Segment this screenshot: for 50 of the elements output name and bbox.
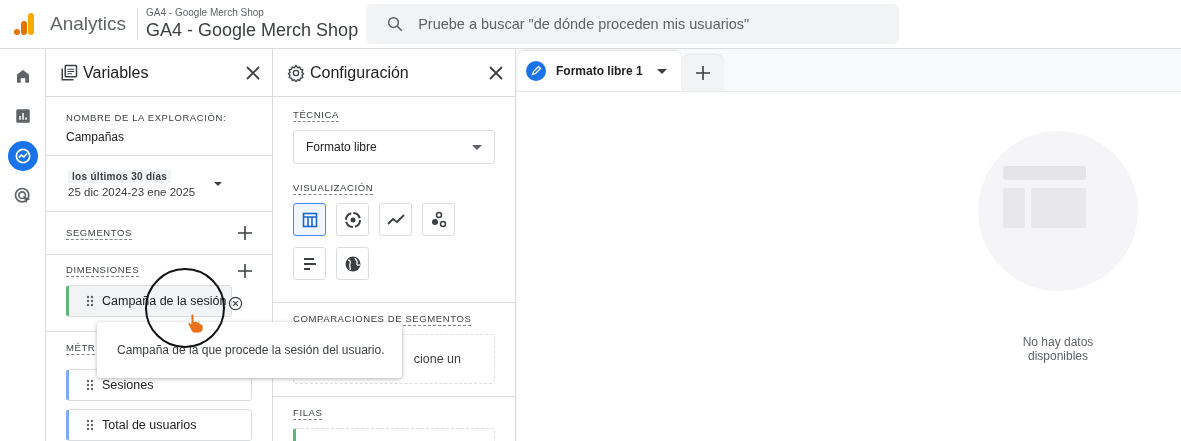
- bar-chart-icon: [13, 107, 32, 125]
- add-button[interactable]: [238, 226, 252, 241]
- section-label: DIMENSIONES: [66, 264, 140, 278]
- drag-handle-icon: [86, 294, 94, 307]
- analytics-logo-icon: [12, 12, 36, 36]
- tooltip: Campaña de la que procede la sesión del usuario.: [97, 322, 402, 378]
- technique-dropdown[interactable]: Formato libre: [293, 130, 495, 164]
- library-icon: [60, 63, 78, 82]
- bar-chart-icon: [302, 256, 317, 271]
- remove-icon[interactable]: [228, 295, 243, 311]
- plus-icon: [694, 65, 711, 81]
- donut-chart-icon: [343, 210, 362, 229]
- settings-icon: [287, 63, 305, 82]
- section-label: FILAS: [293, 407, 323, 420]
- nav-button[interactable]: [7, 141, 38, 171]
- dropdown-caret-icon: [472, 144, 482, 150]
- scatter-plot-icon: [429, 210, 448, 229]
- section-label: MÉTR: [66, 342, 96, 355]
- metric-chip[interactable]: Total de usuarios: [66, 409, 252, 441]
- section-label: SEGMENTOS: [66, 226, 132, 240]
- target-cursor-icon: [12, 186, 33, 206]
- pencil-icon: [526, 61, 546, 81]
- section-label: NOMBRE DE LA EXPLORACIÓN:: [66, 112, 227, 125]
- dropdown-caret-icon: [214, 181, 222, 186]
- date-preset: los últimos 30 días: [68, 169, 172, 183]
- globe-icon: [343, 254, 362, 273]
- table-icon: [301, 211, 318, 228]
- add-button[interactable]: [238, 263, 252, 278]
- panel-title: Configuración: [310, 63, 410, 82]
- date-range-picker[interactable]: los últimos 30 días 25 dic 2024-23 ene 2025: [46, 156, 272, 213]
- exploration-name-field[interactable]: Campañas: [66, 130, 252, 145]
- property-name[interactable]: GA4 - Google Merch Shop: [146, 19, 359, 41]
- tab[interactable]: Formato libre 1: [518, 51, 681, 91]
- drag-handle-icon: [86, 379, 94, 391]
- close-button[interactable]: [489, 65, 503, 80]
- empty-state-message: No hay datos disponibles: [1021, 335, 1095, 363]
- visualization-button[interactable]: [293, 203, 326, 236]
- line-chart-icon: [386, 213, 405, 226]
- drag-handle-icon: [86, 419, 94, 431]
- hand-cursor-icon: [187, 313, 203, 333]
- section-label: VISUALIZACIÓN: [293, 182, 374, 195]
- dropdown-caret-icon: [656, 68, 667, 74]
- product-name: Analytics: [50, 13, 127, 35]
- search-field[interactable]: Pruebe a buscar "de dónde proceden mis usuarios": [366, 4, 900, 44]
- date-range: 25 dic 2024-23 ene 2025: [68, 185, 197, 198]
- panel-title: Variables: [83, 63, 150, 82]
- account-name[interactable]: GA4 - Google Merch Shop: [146, 7, 359, 19]
- close-button[interactable]: [246, 65, 260, 80]
- section-label: TÉCNICA: [293, 109, 339, 122]
- add-tab-button[interactable]: [682, 55, 723, 91]
